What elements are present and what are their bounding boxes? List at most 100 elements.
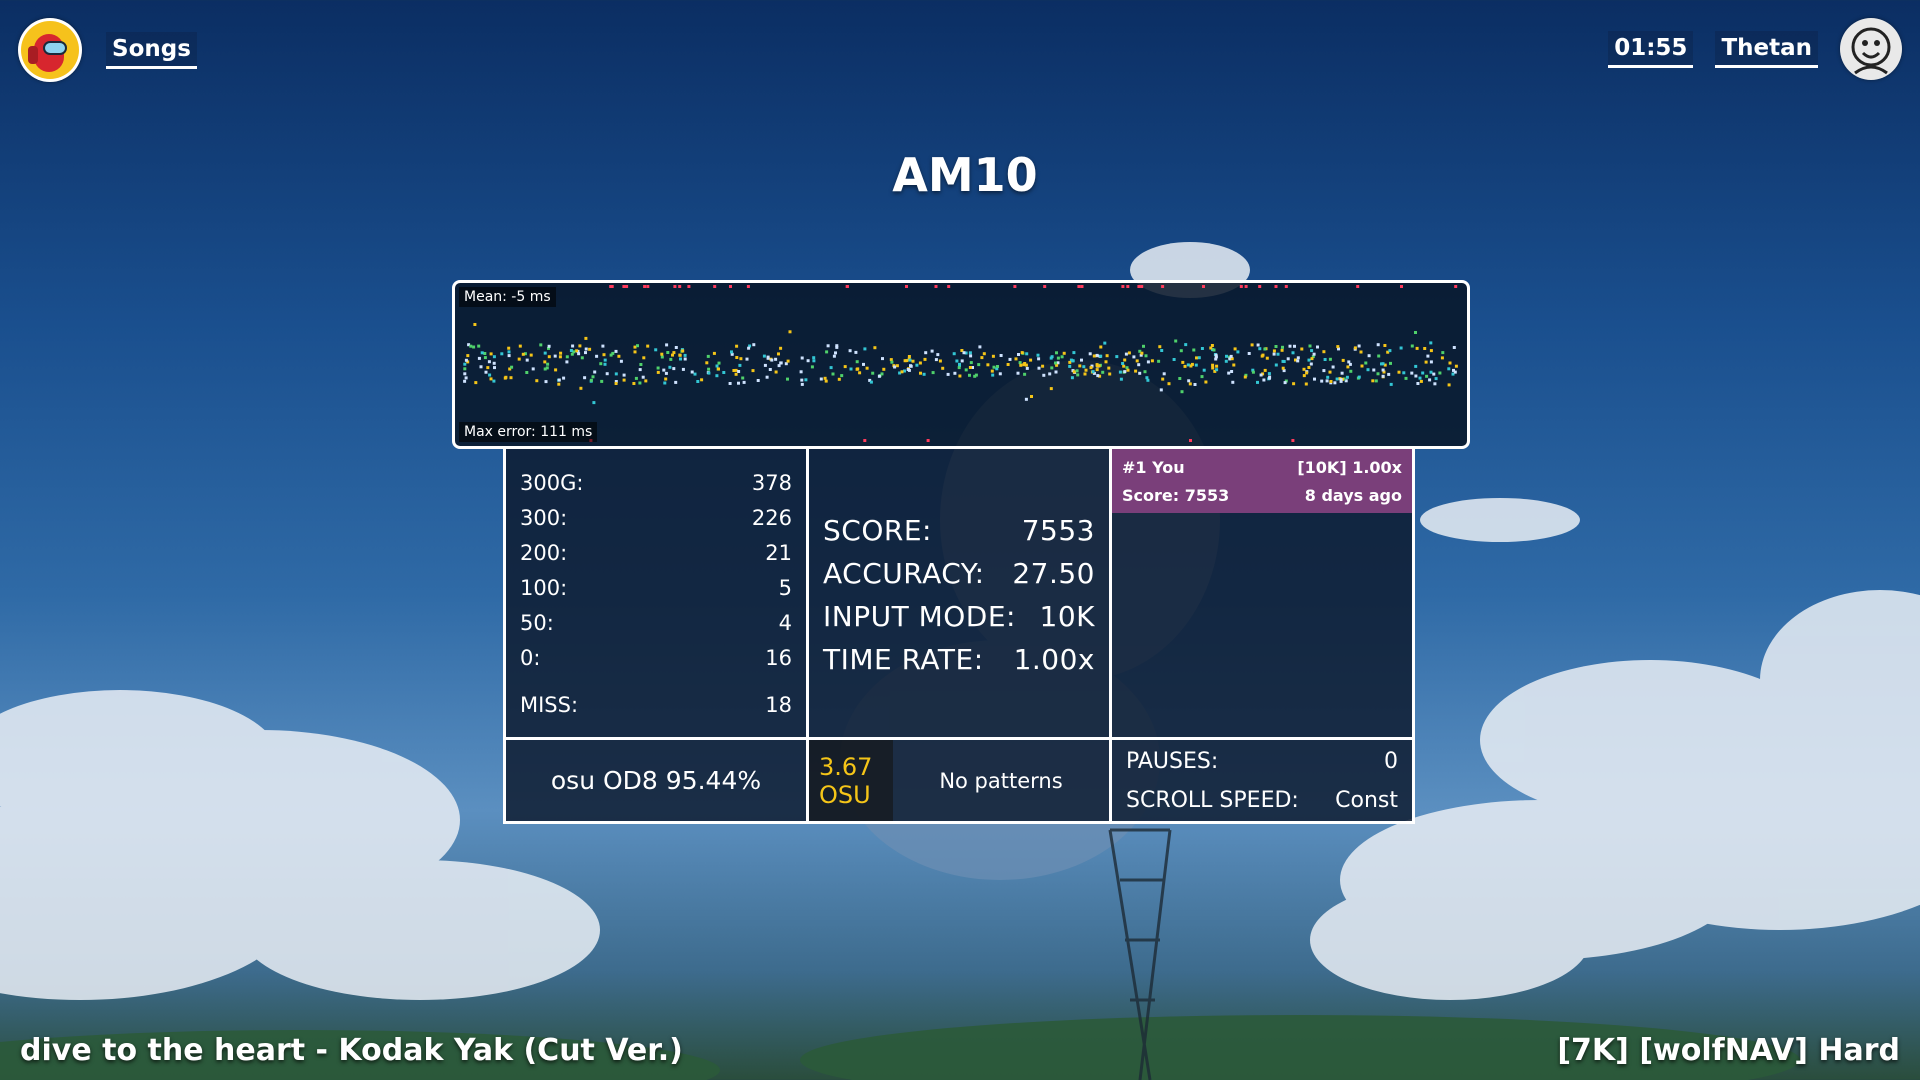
hit-dot bbox=[706, 354, 710, 358]
hit-dot bbox=[1072, 370, 1076, 374]
hit-dot bbox=[603, 358, 607, 362]
judgement-count: 378 bbox=[751, 470, 792, 495]
stat-label: TIME RATE: bbox=[823, 643, 984, 676]
hit-dot bbox=[835, 345, 839, 349]
hit-dot bbox=[1433, 382, 1437, 386]
hit-dot bbox=[1014, 357, 1018, 361]
hit-dot bbox=[737, 370, 741, 373]
miss-dot bbox=[1291, 439, 1295, 442]
hit-dot bbox=[788, 330, 792, 334]
hit-dot bbox=[584, 351, 587, 355]
songs-nav-button[interactable]: Songs bbox=[106, 31, 197, 69]
hit-dot bbox=[747, 346, 751, 350]
hit-dot bbox=[1018, 361, 1022, 365]
hit-dot bbox=[1328, 357, 1332, 361]
hit-dot bbox=[1017, 353, 1020, 356]
hit-dot bbox=[871, 371, 875, 375]
user-avatar[interactable] bbox=[1840, 18, 1902, 80]
hit-dot bbox=[1340, 371, 1344, 375]
hit-dot bbox=[738, 363, 742, 367]
osu-accuracy-text: osu OD8 95.44% bbox=[550, 766, 762, 795]
hit-dot bbox=[693, 372, 697, 376]
hit-dot bbox=[907, 355, 911, 358]
leaderboard-entry[interactable]: #1 You [10K] 1.00x Score: 7553 8 days ag… bbox=[1112, 449, 1412, 513]
miss-dot bbox=[1202, 285, 1205, 288]
hit-dot bbox=[1447, 367, 1451, 371]
judgement-count: 21 bbox=[765, 540, 792, 565]
hit-dot bbox=[1250, 343, 1254, 347]
hit-dot bbox=[1083, 372, 1087, 376]
hit-dot bbox=[464, 376, 468, 380]
miss-dot bbox=[863, 439, 867, 442]
game-logo-avatar[interactable] bbox=[18, 18, 82, 82]
hit-dot bbox=[503, 376, 507, 380]
hit-dot bbox=[1256, 380, 1259, 384]
hit-dot bbox=[1215, 368, 1219, 372]
hit-dot bbox=[854, 350, 858, 354]
hit-dot bbox=[547, 344, 551, 348]
hit-dot bbox=[1158, 345, 1162, 349]
hit-dot bbox=[1180, 390, 1184, 394]
hit-dot bbox=[486, 366, 490, 370]
miss-dot bbox=[1013, 285, 1017, 288]
hit-dot bbox=[881, 357, 884, 361]
hit-dot bbox=[1132, 355, 1136, 359]
stat-row: TIME RATE: 1.00x bbox=[809, 638, 1109, 681]
hit-dot bbox=[660, 352, 664, 356]
hit-dot bbox=[977, 363, 981, 367]
miss-dot bbox=[729, 285, 732, 288]
hit-dot bbox=[968, 373, 971, 377]
hit-dot bbox=[593, 370, 597, 374]
hit-dot bbox=[518, 344, 522, 348]
hit-dot bbox=[1179, 349, 1183, 353]
hit-dot bbox=[668, 365, 672, 369]
hit-dot bbox=[938, 359, 942, 363]
hit-dot bbox=[1041, 364, 1045, 368]
hit-dot bbox=[1274, 345, 1278, 348]
hit-dot bbox=[464, 358, 468, 362]
hit-dot bbox=[1374, 379, 1378, 383]
hit-dot bbox=[1423, 347, 1427, 350]
hit-dot bbox=[923, 357, 927, 361]
hit-dot bbox=[1359, 350, 1363, 354]
osu-accuracy-panel: osu OD8 95.44% bbox=[503, 737, 809, 824]
hit-dot bbox=[1167, 382, 1171, 386]
hit-dot bbox=[1099, 354, 1103, 358]
hit-dot bbox=[1316, 345, 1319, 349]
hit-dot bbox=[1211, 363, 1215, 367]
hit-dot bbox=[862, 362, 865, 366]
hit-dot bbox=[1251, 370, 1255, 374]
hit-dot bbox=[1195, 356, 1198, 360]
hit-dot bbox=[569, 349, 573, 352]
song-title: dive to the heart - Kodak Yak (Cut Ver.) bbox=[20, 1033, 683, 1068]
hit-dot bbox=[579, 386, 583, 390]
hit-dot bbox=[890, 360, 894, 364]
hit-dot bbox=[1123, 358, 1127, 362]
hit-dot bbox=[777, 352, 780, 356]
hit-dot bbox=[1387, 372, 1391, 376]
hit-dot bbox=[1050, 355, 1054, 359]
hit-dot bbox=[1404, 376, 1408, 380]
hit-dot bbox=[492, 361, 496, 365]
hit-dot bbox=[707, 371, 711, 375]
hit-dot bbox=[1137, 363, 1141, 367]
hit-dot bbox=[825, 350, 829, 354]
hit-dot bbox=[1076, 373, 1080, 377]
hit-dot bbox=[601, 344, 605, 348]
judgement-label: 100: bbox=[520, 575, 568, 600]
hit-dot bbox=[960, 359, 964, 363]
hit-dot bbox=[557, 378, 561, 382]
hit-dot bbox=[1259, 373, 1263, 377]
hit-dot bbox=[562, 376, 566, 380]
extra-info-list: PAUSES: 0 SCROLL SPEED: Const bbox=[1112, 742, 1412, 820]
username-button[interactable]: Thetan bbox=[1715, 30, 1818, 68]
hit-dot bbox=[1421, 371, 1425, 375]
miss-dot bbox=[1140, 285, 1144, 288]
hit-dot bbox=[525, 358, 529, 362]
hit-dot bbox=[722, 371, 726, 374]
hit-dot bbox=[525, 371, 529, 374]
hit-dot bbox=[732, 369, 736, 372]
hit-dot bbox=[662, 368, 666, 372]
stats-panel: SCORE: 7553 ACCURACY: 27.50 INPUT MODE: 10K TI… bbox=[806, 446, 1112, 740]
hit-dot bbox=[557, 382, 561, 386]
